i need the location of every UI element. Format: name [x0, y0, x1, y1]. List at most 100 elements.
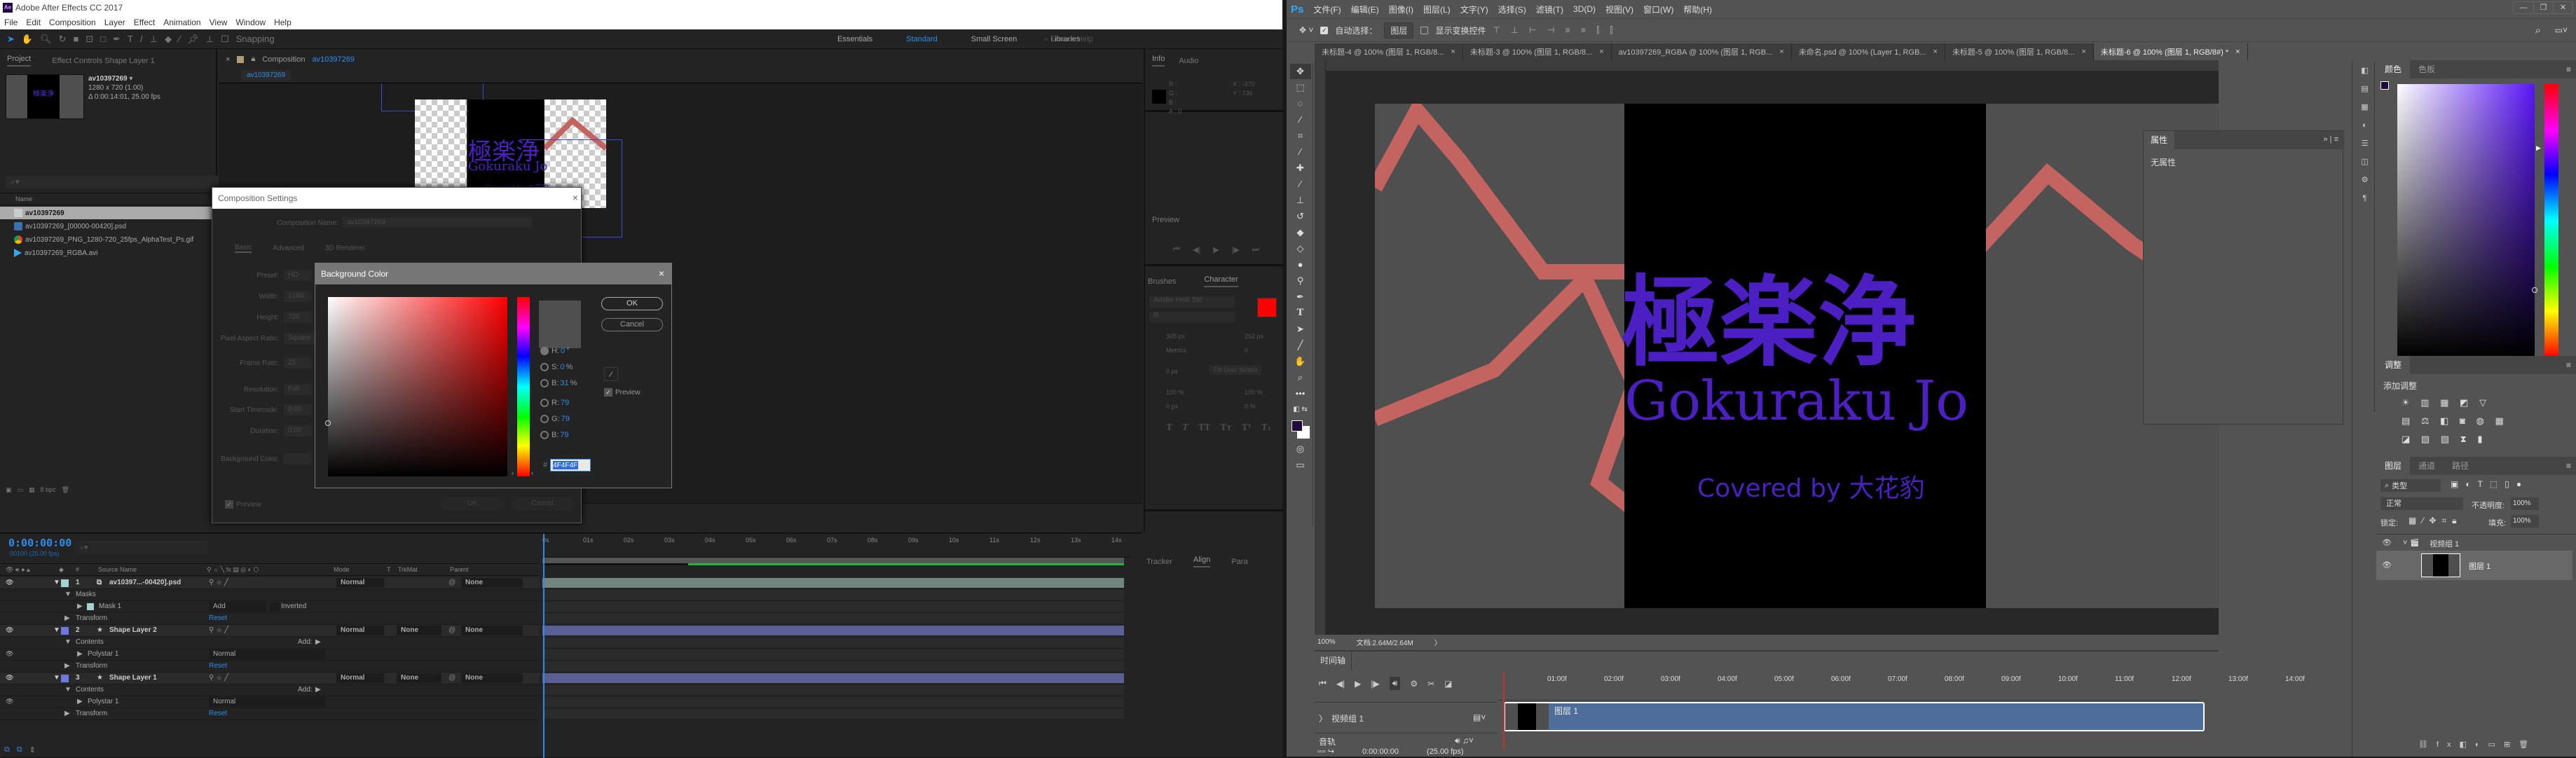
expand-triangle-icon[interactable]: ▶	[64, 614, 70, 622]
shape-tool-icon[interactable]: □	[100, 34, 106, 44]
stroke-width-value[interactable]: 0 px	[1166, 368, 1178, 375]
path-selection-tool-icon[interactable]: ➤	[1290, 322, 1311, 337]
timeline-property-row[interactable]: ▼ Masks	[0, 589, 540, 601]
close-icon[interactable]: ×	[226, 55, 230, 64]
channel-radio[interactable]	[540, 347, 549, 355]
visibility-eye-icon[interactable]: 👁︎	[6, 650, 13, 658]
transform-label[interactable]: Transform	[76, 662, 107, 670]
pick-whip-icon[interactable]: @	[448, 579, 455, 586]
label-color-swatch[interactable]	[61, 675, 69, 682]
ps-menu-type[interactable]: 文字(Y)	[1460, 4, 1488, 15]
hand-tool-icon[interactable]: ✋	[1290, 354, 1311, 369]
search-icon[interactable]: ⌕	[2535, 25, 2541, 36]
close-icon[interactable]: ×	[1933, 48, 1938, 56]
close-window-button[interactable]: ✕	[2553, 2, 2572, 13]
shape-blend-select[interactable]: Normal	[209, 649, 325, 659]
interpret-footage-icon[interactable]: ▣	[6, 486, 12, 494]
timeline-property-row[interactable]: 👁︎ ▶ Polystar 1 Normal	[0, 696, 540, 708]
line-tool-icon[interactable]: ╱	[1290, 338, 1311, 353]
play-icon[interactable]: ▶	[1213, 245, 1219, 254]
move-tool-icon[interactable]: ✥	[1289, 64, 1311, 79]
timeline-property-row[interactable]: 👁︎ ▶ Polystar 1 Normal	[0, 649, 540, 661]
layer-name[interactable]: Shape Layer 2	[109, 626, 157, 634]
puppet-tool-icon[interactable]: 📌︎	[187, 34, 199, 45]
type-tool-icon[interactable]: T	[1290, 305, 1311, 321]
channel-value[interactable]: 79	[561, 415, 570, 423]
visibility-eye-icon[interactable]: 👁︎	[6, 579, 13, 586]
track-matte-select[interactable]: None	[397, 673, 441, 683]
expand-triangle-icon[interactable]: ▼	[64, 638, 71, 646]
superscript-icon[interactable]: T¹	[1242, 422, 1252, 432]
tab-audio[interactable]: Audio	[1179, 57, 1198, 65]
auto-select-checkbox[interactable]: ✓	[1320, 26, 1329, 34]
project-item[interactable]: av10397269_[00000-00420].psd	[0, 220, 217, 233]
close-icon[interactable]: ×	[2081, 48, 2085, 56]
comp-field-value[interactable]: 720	[284, 312, 312, 323]
tab-character[interactable]: Character	[1204, 275, 1238, 287]
camera-tool-icon[interactable]: ■	[74, 34, 79, 44]
marquee-tool-icon[interactable]: ⬚	[1290, 80, 1311, 95]
tab-align[interactable]: Align	[1193, 556, 1211, 567]
tab-swatches[interactable]: 色板	[2410, 60, 2444, 78]
ps-menu-window[interactable]: 窗口(W)	[1643, 4, 1673, 15]
auto-select-target-select[interactable]: 图层	[1384, 22, 1414, 39]
workspace-icon[interactable]: ▭˅	[2555, 25, 2568, 35]
ps-menu-help[interactable]: 帮助(H)	[1683, 4, 1712, 15]
color-picker-cursor[interactable]	[2532, 287, 2537, 293]
vertical-scale-value[interactable]: 100 %	[1166, 389, 1184, 396]
tab-effect-controls[interactable]: Effect Controls Shape Layer 1	[52, 57, 155, 65]
expand-chevron-icon[interactable]: 〉	[1319, 712, 1327, 724]
source-name-header[interactable]: Source Name	[98, 566, 137, 573]
trash-icon[interactable]: 🗑︎	[62, 486, 69, 494]
shape-name[interactable]: Polystar 1	[88, 698, 118, 705]
inverted-checkbox[interactable]	[270, 602, 280, 612]
faux-bold-icon[interactable]: T	[1166, 422, 1172, 432]
quick-selection-tool-icon[interactable]: ⁄	[1290, 112, 1311, 128]
layer-filter-select[interactable]: ⌕ 类型	[2380, 479, 2441, 492]
visibility-eye-icon[interactable]: 👁︎	[6, 674, 13, 682]
comp-field-value[interactable]: 1280	[284, 291, 312, 302]
shape-blend-select[interactable]: Normal	[209, 697, 325, 707]
faux-italic-icon[interactable]: T	[1182, 422, 1188, 432]
fill-color-swatch[interactable]	[1257, 298, 1277, 317]
lock-icons[interactable]: ▦⁄✥⌗🔒︎	[2409, 516, 2462, 526]
zoom-tool-icon[interactable]: 🔍︎	[40, 34, 52, 45]
contents-label[interactable]: Contents	[76, 638, 104, 646]
layer-row-selected[interactable]: 👁︎ 图层 1	[2376, 551, 2572, 580]
zoom-tool-icon[interactable]: ⌕	[1290, 370, 1311, 385]
group-label[interactable]: Masks	[76, 591, 96, 598]
layer-duration-bar[interactable]	[542, 578, 1124, 588]
align-buttons-icons[interactable]: ⊤ ⊥ ⊢ ⊣ ≡ ≡ ⫿ ⫿	[1493, 25, 1617, 36]
hue-slider-right-arrow[interactable]: ‹	[531, 469, 533, 476]
play-icon[interactable]: ▶	[1355, 679, 1361, 689]
horizontal-scale-value[interactable]: 100 %	[1245, 389, 1263, 396]
tab-advanced[interactable]: Advanced	[273, 244, 303, 252]
label-color-swatch[interactable]	[61, 579, 69, 587]
rotate-tool-icon[interactable]: ↻	[59, 34, 67, 45]
zoom-level[interactable]: 100%	[1317, 638, 1336, 646]
pick-whip-icon[interactable]: @	[448, 626, 455, 634]
subscript-icon[interactable]: T₁	[1261, 422, 1271, 432]
properties-tab[interactable]: 属性	[2144, 131, 2175, 149]
comp-field-value[interactable]: Full	[284, 384, 312, 395]
work-area-bar[interactable]	[542, 558, 1124, 563]
status-menu-arrow-icon[interactable]: 〉	[1434, 637, 1441, 647]
project-item[interactable]: av10397269	[0, 207, 217, 219]
document-tab[interactable]: 未标题-3 @ 100% (图层 1, RGB/8... ×	[1463, 43, 1612, 60]
playhead[interactable]	[543, 534, 544, 758]
adjustment-icons[interactable]: ☀ ▥ ▦ ◩ ▽ ▤ ⚖ ◧ ◙ ◍ ▦ ◪ ▨ ▧ ⧗ ▮	[2402, 394, 2508, 448]
timeline-property-row[interactable]: ▼ Contents Add: ▶	[0, 684, 540, 696]
leading-value[interactable]: 262 px	[1245, 333, 1263, 340]
ae-menu-composition[interactable]: Composition	[49, 18, 96, 27]
small-caps-icon[interactable]: Tт	[1220, 422, 1231, 432]
layer-filter-icons[interactable]: ▣◐T⬚▯●	[2451, 479, 2528, 489]
add-menu-icon[interactable]: ▶	[315, 638, 321, 646]
brush-tool-icon[interactable]: /	[140, 34, 143, 44]
ae-menu-window[interactable]: Window	[235, 18, 266, 27]
font-size-value[interactable]: 305 px	[1166, 333, 1185, 340]
opacity-input[interactable]: 100%	[2511, 497, 2539, 510]
tab-project[interactable]: Project	[7, 55, 32, 67]
timeline-search-input[interactable]: ⌕▾	[74, 541, 207, 555]
ps-time-ruler[interactable]: 01:00f 02:00f 03:00f 04:00f 05:00f 06:00f 07:0…	[1498, 673, 2305, 701]
color-panel-foreground-swatch[interactable]	[2380, 81, 2389, 90]
